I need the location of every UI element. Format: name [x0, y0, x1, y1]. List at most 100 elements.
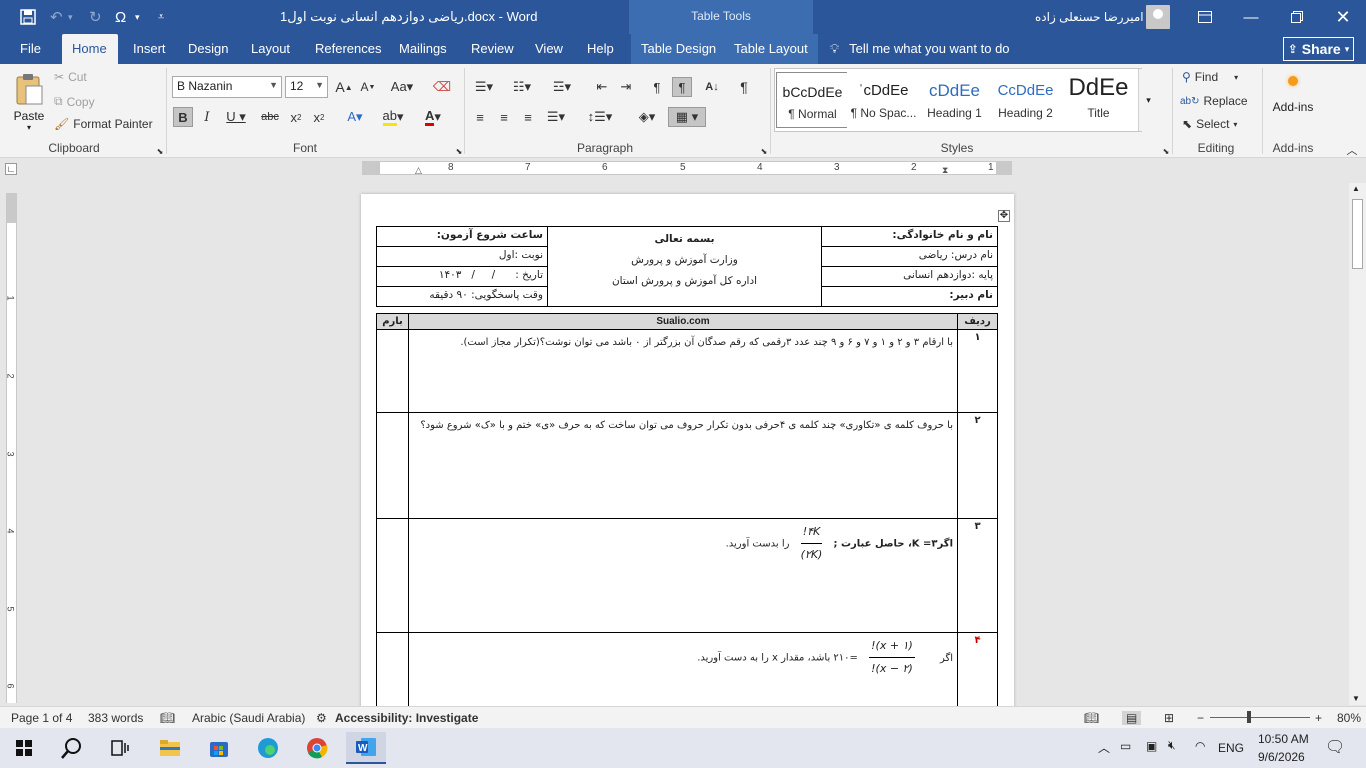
scroll-down-icon[interactable]: ▼: [1352, 694, 1360, 703]
ribbon-display-icon[interactable]: [1182, 0, 1228, 34]
tab-file[interactable]: File: [10, 34, 51, 64]
show-formatting-icon[interactable]: ¶: [734, 77, 754, 97]
question-text[interactable]: با ارقام ۳ و ۲ و ۱ و ۷ و ۶ و ۹ چند عدد ۳…: [408, 329, 958, 413]
subscript-icon[interactable]: x2: [286, 107, 306, 127]
superscript-icon[interactable]: x2: [309, 107, 329, 127]
family-name-cell[interactable]: نام و نام خانوادگی:: [821, 226, 998, 247]
question-text[interactable]: اگر (x + ۱)! (x − ۲)! =۲۱۰ باشد، مقدار x …: [408, 632, 958, 713]
network-device-icon[interactable]: ▣: [1146, 739, 1157, 753]
file-explorer-icon[interactable]: [150, 732, 190, 764]
accessibility-icon[interactable]: ⚙: [316, 711, 327, 725]
dialog-launcher-icon[interactable]: ⬊: [150, 141, 170, 161]
tab-layout[interactable]: Layout: [241, 34, 300, 64]
tab-selector[interactable]: ∟: [5, 163, 17, 175]
tab-table-design[interactable]: Table Design: [631, 34, 727, 64]
sort-icon[interactable]: A↓: [702, 77, 722, 97]
tab-table-layout[interactable]: Table Layout: [724, 34, 818, 64]
symbol-dropdown-icon[interactable]: ▾: [135, 6, 140, 28]
tab-design[interactable]: Design: [178, 34, 238, 64]
borders-icon[interactable]: ▦ ▾: [668, 107, 706, 127]
print-layout-icon[interactable]: ▤: [1122, 711, 1142, 725]
document-page[interactable]: ✥ نام و نام خانوادگی: بسمه تعالی وزارت آ…: [361, 194, 1014, 714]
accessibility-status[interactable]: Accessibility: Investigate: [335, 711, 478, 725]
scroll-thumb[interactable]: [1352, 199, 1363, 269]
justify-icon[interactable]: ☰▾: [542, 107, 570, 127]
save-icon[interactable]: [20, 6, 36, 28]
undo-dropdown-icon[interactable]: ▾: [68, 6, 73, 28]
scroll-up-icon[interactable]: ▲: [1352, 184, 1360, 193]
share-button[interactable]: ⇪ Share ▾: [1283, 37, 1354, 61]
vertical-scrollbar[interactable]: ▲ ▼: [1349, 183, 1366, 705]
grow-font-icon[interactable]: A ▲: [334, 77, 354, 97]
decrease-indent-icon[interactable]: ⇤: [592, 77, 612, 97]
change-case-icon[interactable]: Aa▾: [388, 77, 416, 97]
wifi-icon[interactable]: ◠: [1195, 739, 1205, 753]
select-button[interactable]: ⬉ Select ▾: [1182, 117, 1237, 131]
question-text[interactable]: اگر۳= K، حاصل عبارت ; ۴K! (۲K) را بدست آو…: [408, 518, 958, 633]
teacher-cell[interactable]: نام دبیر:: [821, 286, 998, 307]
zoom-slider[interactable]: [1210, 711, 1310, 723]
web-layout-icon[interactable]: ⊞: [1164, 711, 1174, 725]
clock-time[interactable]: 10:50 AM: [1258, 732, 1309, 746]
exam-header-table[interactable]: نام و نام خانوادگی: بسمه تعالی وزارت آمو…: [376, 226, 998, 307]
numbering-icon[interactable]: ☷▾: [508, 77, 536, 97]
highlight-icon[interactable]: ab ▾: [378, 107, 408, 127]
battery-icon[interactable]: ▭: [1120, 739, 1131, 753]
line-spacing-icon[interactable]: ↕☰▾: [585, 107, 615, 127]
avatar[interactable]: [1146, 5, 1170, 29]
search-icon[interactable]: [52, 732, 92, 764]
restore-icon[interactable]: [1274, 0, 1320, 34]
customize-toolbar-icon[interactable]: ⩡: [158, 6, 164, 28]
chrome-icon[interactable]: [297, 732, 337, 764]
header-center-cell[interactable]: بسمه تعالی وزارت آموزش و پرورش اداره کل …: [547, 226, 822, 307]
dialog-launcher-icon[interactable]: ⬊: [1156, 141, 1176, 161]
questions-table[interactable]: ردیف Sualio.com بارم ۱ با ارقام ۳ و ۲ و …: [376, 313, 998, 713]
indent-marker-icon[interactable]: ⧗: [942, 165, 948, 176]
close-icon[interactable]: ✕: [1320, 0, 1366, 34]
zoom-level[interactable]: 80%: [1337, 711, 1361, 725]
score-cell[interactable]: [376, 329, 409, 413]
shrink-font-icon[interactable]: A ▼: [358, 77, 378, 97]
tab-references[interactable]: References: [305, 34, 391, 64]
find-button[interactable]: ⚲ Find ▾: [1182, 70, 1238, 84]
paste-button[interactable]: Paste ▾: [12, 70, 46, 136]
style-heading-1[interactable]: cDdEe Heading 1: [918, 72, 991, 128]
redo-icon[interactable]: ↻: [89, 6, 102, 28]
zoom-slider-thumb[interactable]: [1247, 711, 1251, 723]
styles-gallery-scroll[interactable]: ▾: [1138, 69, 1158, 131]
shading-icon[interactable]: ◈▾: [632, 107, 662, 127]
cut-button[interactable]: ✂ Cut: [54, 70, 87, 84]
word-taskbar-icon[interactable]: W: [346, 732, 386, 764]
dialog-launcher-icon[interactable]: ⬊: [754, 141, 774, 161]
tab-view[interactable]: View: [525, 34, 573, 64]
zoom-out-icon[interactable]: −: [1197, 711, 1204, 725]
score-cell[interactable]: [376, 412, 409, 519]
proofing-icon[interactable]: 📖︎: [160, 711, 175, 725]
zoom-in-icon[interactable]: +: [1315, 711, 1322, 725]
question-text[interactable]: با حروف کلمه ی «تکاوری» چند کلمه ی ۴حرفی…: [408, 412, 958, 519]
score-cell[interactable]: [376, 518, 409, 633]
underline-icon[interactable]: U ▾: [222, 107, 250, 127]
language-indicator[interactable]: ENG: [1218, 741, 1244, 755]
text-effects-icon[interactable]: A▾: [341, 107, 369, 127]
indent-marker-icon[interactable]: △: [415, 165, 422, 176]
tab-insert[interactable]: Insert: [123, 34, 176, 64]
bold-icon[interactable]: B: [173, 107, 193, 127]
page-count[interactable]: Page 1 of 4: [11, 711, 72, 725]
style-title[interactable]: DdEe Title: [1062, 72, 1135, 128]
user-name[interactable]: امیررضا حسنعلی زاده: [1035, 10, 1144, 24]
increase-indent-icon[interactable]: ⇥: [616, 77, 636, 97]
date-cell[interactable]: تاریخ : / / ۱۴۰۳: [376, 266, 548, 287]
undo-icon[interactable]: ↶: [50, 6, 63, 28]
replace-button[interactable]: ab↻ Replace: [1180, 94, 1248, 108]
tab-help[interactable]: Help: [577, 34, 624, 64]
subject-cell[interactable]: نام درس: ریاضی: [821, 246, 998, 267]
grade-cell[interactable]: پایه :دوازدهم انسانی: [821, 266, 998, 287]
minimize-icon[interactable]: —: [1228, 0, 1274, 34]
task-view-icon[interactable]: [100, 732, 140, 764]
store-icon[interactable]: [199, 732, 239, 764]
clock-date[interactable]: 9/6/2026: [1258, 750, 1305, 764]
start-time-cell[interactable]: ساعت شروع آزمون:: [376, 226, 548, 247]
align-left-icon[interactable]: ≡: [470, 107, 490, 127]
horizontal-ruler[interactable]: 8 7 6 5 4 3 2 1 △ ⧗: [362, 161, 1012, 175]
